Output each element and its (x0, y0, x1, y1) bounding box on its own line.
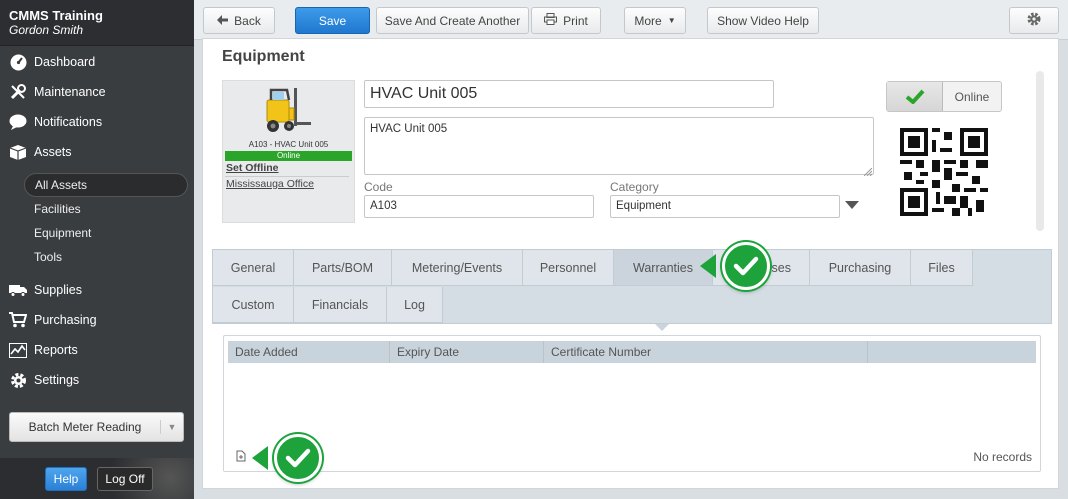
tab-general[interactable]: General (213, 250, 294, 286)
speech-bubble-icon (9, 113, 27, 131)
nav-label: Settings (34, 373, 80, 387)
batch-meter-reading-button[interactable]: Batch Meter Reading ▼ (9, 412, 184, 442)
gear-icon (1027, 12, 1041, 29)
tab-parts-bom[interactable]: Parts/BOM (294, 250, 392, 286)
warranties-grid: Date Added Expiry Date Certificate Numbe… (223, 335, 1041, 472)
checkmark-callout-icon (722, 242, 770, 290)
callout-pointer (700, 254, 716, 278)
toolbar: Back Save Save And Create Another Print … (194, 0, 1068, 40)
nav-label: Supplies (34, 283, 82, 297)
user-name: Gordon Smith (9, 23, 84, 37)
tab-warranties[interactable]: Warranties (614, 250, 713, 286)
set-offline-link[interactable]: Set Offline (226, 162, 279, 174)
tab-custom[interactable]: Custom (213, 287, 294, 323)
sidebar-item-equipment[interactable]: Equipment (24, 221, 188, 245)
box-icon (9, 143, 27, 161)
online-status-toggle[interactable]: Online (886, 81, 1002, 112)
chart-icon (9, 341, 27, 359)
app-name: CMMS Training (9, 8, 103, 23)
print-button[interactable]: Print (531, 7, 601, 34)
category-select[interactable]: Equipment (610, 195, 840, 218)
tab-log[interactable]: Log (387, 287, 443, 323)
grid-header: Date Added Expiry Date Certificate Numbe… (228, 341, 1036, 363)
nav-supplies[interactable]: Supplies (0, 276, 194, 304)
tab-purchasing[interactable]: Purchasing (810, 250, 911, 286)
batch-meter-reading-label: Batch Meter Reading (10, 420, 161, 434)
category-dropdown-icon[interactable] (845, 201, 859, 209)
arrow-left-icon (217, 14, 229, 28)
truck-icon (9, 281, 27, 299)
page-title: Equipment (222, 48, 305, 65)
print-label: Print (563, 13, 588, 28)
wrench-icon (9, 83, 27, 101)
code-input[interactable]: A103 (364, 195, 594, 218)
description-textarea[interactable]: HVAC Unit 005 (364, 117, 874, 175)
nav-label: Purchasing (34, 313, 97, 327)
tab-financials[interactable]: Financials (294, 287, 387, 323)
status-badge: Online (225, 151, 352, 161)
nav-reports[interactable]: Reports (0, 336, 194, 364)
nav-label: Dashboard (34, 55, 96, 69)
column-header-expiry-date[interactable]: Expiry Date (390, 341, 544, 363)
code-label: Code (364, 180, 393, 194)
add-record-icon[interactable] (235, 450, 247, 465)
dashboard-gauge-icon (9, 53, 27, 71)
asset-caption: A103 - HVAC Unit 005 (248, 140, 329, 149)
gear-icon (9, 371, 27, 389)
forklift-icon (261, 86, 313, 137)
more-label: More (634, 13, 662, 28)
nav-label: Maintenance (34, 85, 106, 99)
help-button[interactable]: Help (45, 467, 87, 491)
qr-code-icon (900, 128, 988, 219)
sidebar-item-all-assets[interactable]: All Assets (24, 173, 188, 197)
cart-icon (9, 311, 27, 329)
tab-metering-events[interactable]: Metering/Events (392, 250, 523, 286)
save-and-create-another-button[interactable]: Save And Create Another (376, 7, 529, 34)
vertical-scrollbar[interactable] (1036, 71, 1044, 231)
brand-header: CMMS Training Gordon Smith (0, 0, 194, 46)
back-label: Back (234, 13, 261, 28)
caret-down-icon: ▼ (667, 16, 676, 25)
log-off-button[interactable]: Log Off (97, 467, 153, 491)
nav-assets[interactable]: Assets (0, 138, 194, 166)
asset-photo-panel: A103 - HVAC Unit 005 Online Set Offline … (222, 80, 355, 223)
nav-purchasing[interactable]: Purchasing (0, 306, 194, 334)
checkmark-callout-icon (274, 434, 322, 482)
equipment-card: Equipment A103 - HVAC Unit 005 Online Se… (202, 38, 1059, 489)
sidebar: CMMS Training Gordon Smith Dashboard Mai… (0, 0, 194, 499)
sidebar-item-facilities[interactable]: Facilities (24, 197, 188, 221)
settings-gear-button[interactable] (1009, 7, 1059, 34)
nav-label: Reports (34, 343, 78, 357)
equipment-name-input[interactable]: HVAC Unit 005 (364, 80, 774, 108)
back-button[interactable]: Back (203, 7, 275, 34)
tab-files[interactable]: Files (911, 250, 973, 286)
nav-settings[interactable]: Settings (0, 366, 194, 394)
sidebar-item-tools[interactable]: Tools (24, 245, 188, 269)
save-button[interactable]: Save (295, 7, 370, 34)
column-header-certificate-number[interactable]: Certificate Number (544, 341, 868, 363)
callout-pointer (252, 446, 268, 470)
chevron-down-icon[interactable]: ▼ (161, 422, 183, 432)
nav-maintenance[interactable]: Maintenance (0, 78, 194, 106)
nav-label: Notifications (34, 115, 103, 129)
tab-bar: General Parts/BOM Metering/Events Person… (212, 249, 1052, 324)
nav-label: Assets (34, 145, 72, 159)
column-header-extra (868, 341, 1036, 363)
show-video-help-button[interactable]: Show Video Help (707, 7, 819, 34)
nav-notifications[interactable]: Notifications (0, 108, 194, 136)
location-link[interactable]: Mississauga Office (226, 178, 314, 190)
column-header-date-added[interactable]: Date Added (228, 341, 390, 363)
divider (225, 176, 349, 177)
printer-icon (544, 13, 558, 28)
online-label: Online (954, 89, 990, 104)
empty-state-text: No records (973, 450, 1032, 464)
category-label: Category (610, 180, 659, 194)
tab-personnel[interactable]: Personnel (523, 250, 614, 286)
nav-dashboard[interactable]: Dashboard (0, 48, 194, 76)
active-tab-pointer (655, 324, 669, 331)
checkmark-icon (887, 82, 943, 111)
more-dropdown-button[interactable]: More ▼ (624, 7, 686, 34)
resize-handle-icon[interactable] (863, 165, 873, 179)
